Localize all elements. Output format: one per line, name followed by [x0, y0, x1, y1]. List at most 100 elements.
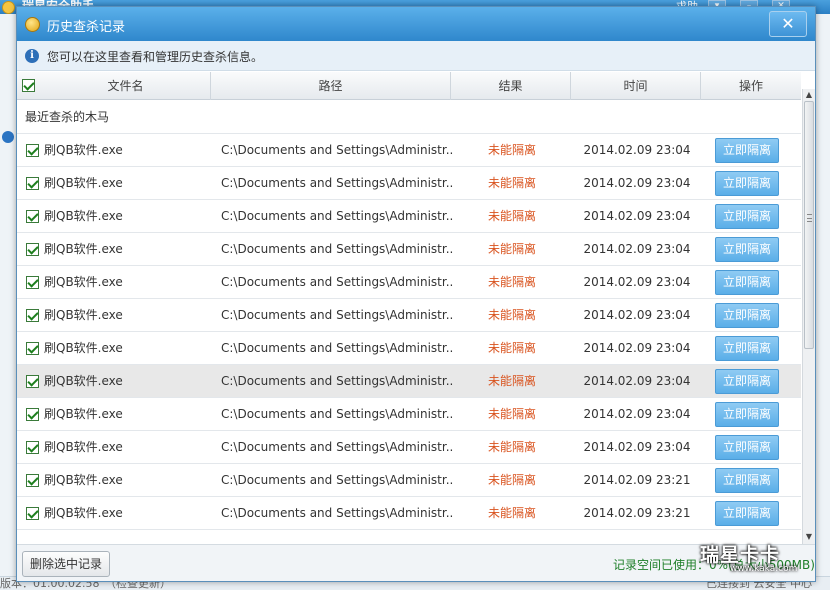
row-checkbox[interactable]	[26, 177, 39, 190]
row-checkbox[interactable]	[26, 408, 39, 421]
row-time: 2014.02.09 23:04	[583, 176, 691, 190]
dialog-close-button[interactable]: ✕	[769, 11, 807, 37]
main-window-left-edge	[0, 14, 16, 576]
scroll-thumb[interactable]	[804, 101, 814, 349]
row-checkbox[interactable]	[26, 276, 39, 289]
table-row[interactable]: 刷QB软件.exe C:\Documents and Settings\Admin…	[17, 332, 801, 365]
row-time: 2014.02.09 23:04	[583, 440, 691, 454]
table-row[interactable]: 刷QB软件.exe C:\Documents and Settings\Admin…	[17, 464, 801, 497]
row-file-name: 刷QB软件.exe	[44, 473, 123, 487]
row-result: 未能隔离	[487, 407, 536, 421]
quarantine-now-button[interactable]: 立即隔离	[715, 468, 779, 493]
row-file-name: 刷QB软件.exe	[44, 275, 123, 289]
row-result: 未能隔离	[487, 473, 536, 487]
row-file-name: 刷QB软件.exe	[44, 143, 123, 157]
row-file-path: C:\Documents and Settings\Administr...	[221, 374, 453, 388]
info-icon	[2, 131, 14, 143]
table-row[interactable]: 刷QB软件.exe C:\Documents and Settings\Admin…	[17, 266, 801, 299]
vertical-scrollbar[interactable]: ▲ ▼	[802, 89, 815, 544]
column-header-time[interactable]: 时间	[571, 72, 701, 100]
row-file-path: C:\Documents and Settings\Administr...	[221, 341, 453, 355]
row-checkbox[interactable]	[26, 144, 39, 157]
row-file-path: C:\Documents and Settings\Administr...	[221, 275, 453, 289]
quarantine-now-button[interactable]: 立即隔离	[715, 138, 779, 163]
row-time: 2014.02.09 23:04	[583, 407, 691, 421]
table-row[interactable]: 刷QB软件.exe C:\Documents and Settings\Admin…	[17, 134, 801, 167]
quarantine-now-button[interactable]: 立即隔离	[715, 402, 779, 427]
scroll-up-arrow-icon[interactable]: ▲	[803, 89, 815, 101]
row-file-path: C:\Documents and Settings\Administr...	[221, 473, 453, 487]
row-file-name: 刷QB软件.exe	[44, 308, 123, 322]
main-window-right-edge	[814, 14, 830, 576]
column-header-result[interactable]: 结果	[451, 72, 571, 100]
section-label: 最近查杀的木马	[17, 101, 801, 134]
row-result: 未能隔离	[487, 176, 536, 190]
row-checkbox[interactable]	[26, 375, 39, 388]
table-row[interactable]: 刷QB软件.exe C:\Documents and Settings\Admin…	[17, 299, 801, 332]
column-header-action[interactable]: 操作	[701, 72, 801, 100]
rising-logo-icon	[25, 17, 40, 32]
quarantine-now-button[interactable]: 立即隔离	[715, 501, 779, 526]
table-header: 文件名 路径 结果 时间 操作	[17, 72, 801, 100]
row-file-path: C:\Documents and Settings\Administr...	[221, 407, 453, 421]
row-file-path: C:\Documents and Settings\Administr...	[221, 242, 453, 256]
table-row[interactable]: 刷QB软件.exe C:\Documents and Settings\Admin…	[17, 497, 801, 530]
row-file-name: 刷QB软件.exe	[44, 374, 123, 388]
grip-icon	[807, 214, 812, 222]
row-time: 2014.02.09 23:04	[583, 341, 691, 355]
row-file-name: 刷QB软件.exe	[44, 407, 123, 421]
row-checkbox[interactable]	[26, 474, 39, 487]
delete-selected-button[interactable]: 删除选中记录	[22, 551, 110, 577]
table-row[interactable]: 刷QB软件.exe C:\Documents and Settings\Admin…	[17, 200, 801, 233]
row-checkbox[interactable]	[26, 309, 39, 322]
row-file-name: 刷QB软件.exe	[44, 176, 123, 190]
quarantine-now-button[interactable]: 立即隔离	[715, 204, 779, 229]
quarantine-now-button[interactable]: 立即隔离	[715, 171, 779, 196]
table-row[interactable]: 刷QB软件.exe C:\Documents and Settings\Admin…	[17, 398, 801, 431]
quarantine-now-button[interactable]: 立即隔离	[715, 270, 779, 295]
row-file-name: 刷QB软件.exe	[44, 341, 123, 355]
row-file-path: C:\Documents and Settings\Administr...	[221, 506, 453, 520]
table-row[interactable]: 刷QB软件.exe C:\Documents and Settings\Admin…	[17, 233, 801, 266]
watermark-text: 瑞星卡卡	[700, 544, 781, 566]
row-file-path: C:\Documents and Settings\Administr...	[221, 440, 453, 454]
row-result: 未能隔离	[487, 275, 536, 289]
table-row[interactable]: 刷QB软件.exe C:\Documents and Settings\Admin…	[17, 365, 801, 398]
history-dialog: 历史查杀记录 ✕ i 您可以在这里查看和管理历史查杀信息。 文件名 路径 结果 …	[16, 6, 816, 582]
row-result: 未能隔离	[487, 308, 536, 322]
quarantine-now-button[interactable]: 立即隔离	[715, 336, 779, 361]
quarantine-now-button[interactable]: 立即隔离	[715, 237, 779, 262]
row-time: 2014.02.09 23:04	[583, 242, 691, 256]
column-header-name[interactable]: 文件名	[41, 72, 211, 100]
checkbox-checked-icon	[22, 79, 35, 92]
row-result: 未能隔离	[487, 374, 536, 388]
row-time: 2014.02.09 23:04	[583, 275, 691, 289]
dialog-titlebar[interactable]: 历史查杀记录 ✕	[17, 7, 815, 41]
row-file-name: 刷QB软件.exe	[44, 440, 123, 454]
row-checkbox[interactable]	[26, 507, 39, 520]
table-row[interactable]: 刷QB软件.exe C:\Documents and Settings\Admin…	[17, 167, 801, 200]
row-checkbox[interactable]	[26, 210, 39, 223]
row-file-path: C:\Documents and Settings\Administr...	[221, 308, 453, 322]
row-checkbox[interactable]	[26, 342, 39, 355]
dialog-title: 历史查杀记录	[47, 20, 126, 35]
record-list: 刷QB软件.exe C:\Documents and Settings\Admin…	[17, 134, 801, 542]
quarantine-now-button[interactable]: 立即隔离	[715, 369, 779, 394]
row-checkbox[interactable]	[26, 243, 39, 256]
app-logo-icon	[2, 1, 15, 14]
watermark-url: www.kaka.com	[730, 564, 798, 574]
row-time: 2014.02.09 23:04	[583, 374, 691, 388]
table-row[interactable]: 刷QB软件.exe C:\Documents and Settings\Admin…	[17, 431, 801, 464]
row-checkbox[interactable]	[26, 441, 39, 454]
select-all-checkbox[interactable]	[22, 79, 35, 95]
dialog-footer: 删除选中记录 记录空间已使用：0%(总大小500MB)	[17, 544, 815, 581]
info-bar: i 您可以在这里查看和管理历史查杀信息。	[17, 41, 815, 71]
row-time: 2014.02.09 23:04	[583, 209, 691, 223]
row-result: 未能隔离	[487, 143, 536, 157]
row-file-name: 刷QB软件.exe	[44, 506, 123, 520]
column-header-path[interactable]: 路径	[211, 72, 451, 100]
row-result: 未能隔离	[487, 506, 536, 520]
quarantine-now-button[interactable]: 立即隔离	[715, 303, 779, 328]
watermark-logo: 瑞星卡卡 www.kaka.com	[700, 540, 820, 582]
quarantine-now-button[interactable]: 立即隔离	[715, 435, 779, 460]
